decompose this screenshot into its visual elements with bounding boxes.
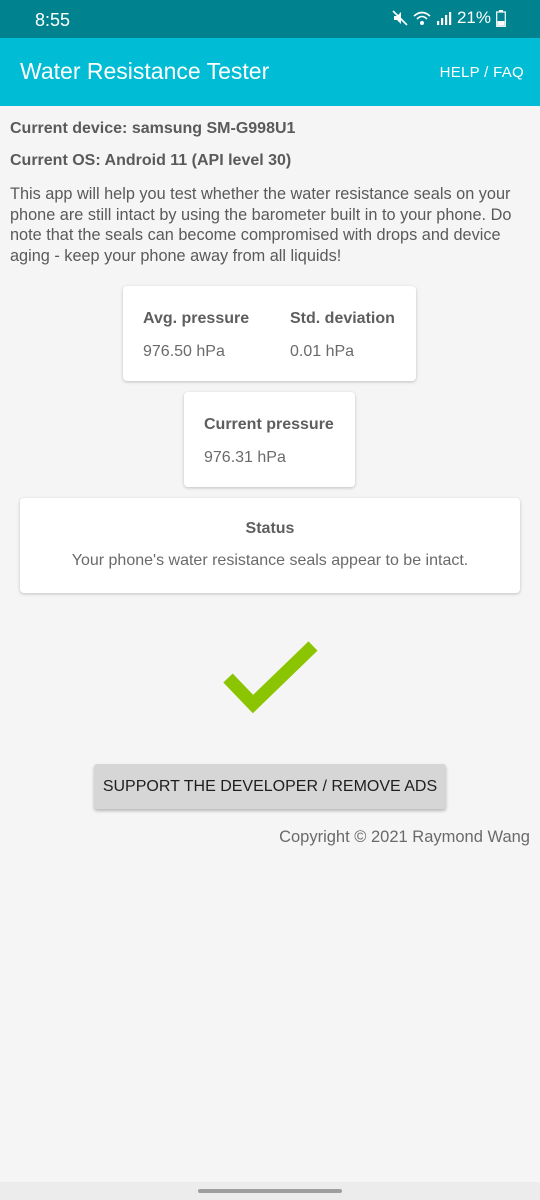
battery-icon [496, 9, 506, 27]
status-icons: 21% [392, 8, 506, 28]
stats-card: Avg. pressure 976.50 hPa Std. deviation … [123, 286, 416, 381]
status-message: Your phone's water resistance seals appe… [71, 552, 469, 569]
current-os-text: Current OS: Android 11 (API level 30) [10, 152, 292, 169]
help-faq-button[interactable]: HELP / FAQ [440, 64, 524, 81]
status-bar: 8:55 21% [0, 0, 540, 38]
signal-icon [436, 10, 452, 26]
app-bar: Water Resistance Tester HELP / FAQ [0, 38, 540, 106]
navigation-bar [0, 1182, 540, 1200]
checkmark-icon [222, 640, 320, 721]
current-pressure-card: Current pressure 976.31 hPa [184, 392, 355, 487]
avg-pressure-value: 976.50 hPa [143, 343, 225, 360]
status-title: Status [245, 520, 295, 537]
battery-percent: 21% [456, 8, 491, 27]
current-device-text: Current device: samsung SM-G998U1 [10, 120, 296, 137]
home-indicator[interactable] [198, 1189, 342, 1193]
status-card: Status Your phone's water resistance sea… [20, 498, 520, 593]
mute-icon [392, 10, 408, 26]
current-pressure-label: Current pressure [204, 416, 334, 433]
avg-pressure-label: Avg. pressure [143, 310, 250, 327]
wifi-icon [413, 10, 431, 26]
std-deviation-label: Std. deviation [290, 310, 395, 327]
support-developer-button[interactable]: SUPPORT THE DEVELOPER / REMOVE ADS [94, 764, 446, 809]
app-title: Water Resistance Tester [20, 58, 270, 84]
std-deviation-value: 0.01 hPa [290, 343, 355, 360]
current-pressure-value: 976.31 hPa [204, 449, 286, 466]
description-text: This app will help you test whether the … [10, 185, 512, 265]
status-time: 8:55 [35, 10, 71, 30]
copyright-text: Copyright © 2021 Raymond Wang [279, 828, 530, 846]
